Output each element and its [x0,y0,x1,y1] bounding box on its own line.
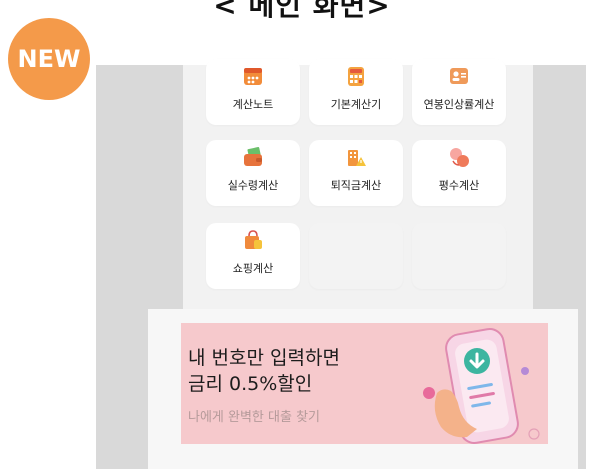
phone-download-icon [419,323,548,444]
page-title: < 메인 화면> [213,0,391,22]
banner-headline-1: 내 번호만 입력하면 [188,347,340,369]
menu-slot-empty [309,223,403,289]
menu-item-label: 계산노트 [232,98,274,111]
menu-item-shopping[interactable]: 쇼핑계산 [206,223,300,289]
calendar-icon [242,65,264,87]
new-badge-label: NEW [17,45,81,73]
menu-slot-empty [412,223,506,289]
menu-item-label: 연봉인상률계산 [423,98,495,111]
menu-item-calc-note[interactable]: 계산노트 [206,59,300,125]
menu-item-label: 실수령계산 [227,179,279,192]
menu-item-severance[interactable]: 퇴직금계산 [309,140,403,206]
wallet-money-icon [242,146,264,168]
menu-item-net-pay[interactable]: 실수령계산 [206,140,300,206]
menu-item-salary-raise[interactable]: 연봉인상률계산 [412,59,506,125]
menu-item-label: 쇼핑계산 [232,262,274,275]
menu-item-label: 기본계산기 [330,98,382,111]
banner-subtitle: 나에게 완벽한 대출 찾기 [188,410,320,425]
menu-item-basic-calculator[interactable]: 기본계산기 [309,59,403,125]
id-card-icon [448,65,470,87]
calculator-icon [345,65,367,87]
area-convert-icon [448,146,470,168]
building-warning-icon [345,146,367,168]
menu-item-label: 평수계산 [438,179,480,192]
loan-promo-banner[interactable]: 내 번호만 입력하면 금리 0.5%할인 나에게 완벽한 대출 찾기 [181,323,548,444]
new-badge: NEW [8,18,90,100]
shopping-bag-icon [242,229,264,251]
banner-headline-2: 금리 0.5%할인 [188,373,313,395]
menu-item-pyeong[interactable]: 평수계산 [412,140,506,206]
menu-item-label: 퇴직금계산 [330,179,382,192]
